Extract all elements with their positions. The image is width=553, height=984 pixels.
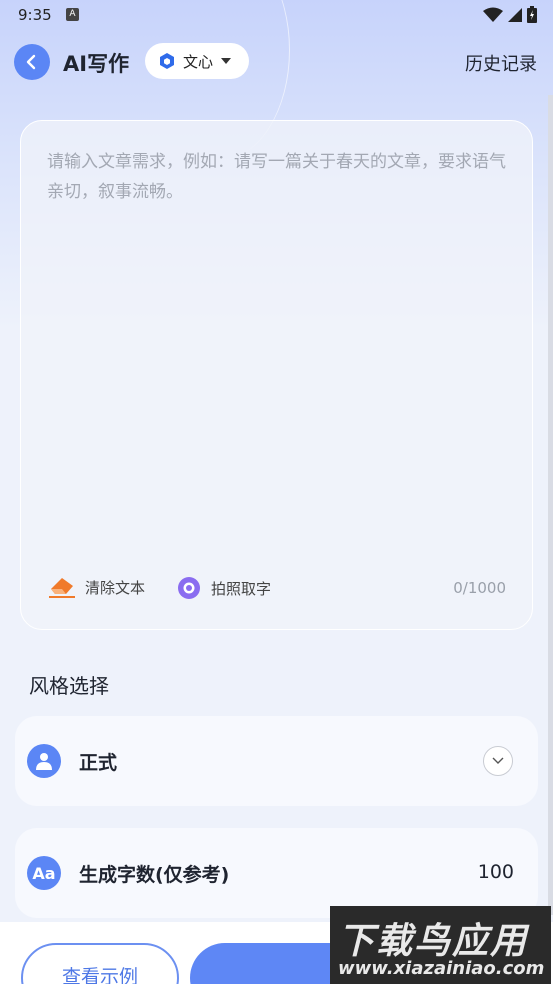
eraser-icon (49, 578, 75, 598)
clear-text-label: 清除文本 (85, 578, 146, 597)
status-time: 9:35 (18, 6, 52, 24)
model-label: 文心 (183, 52, 214, 71)
photo-text-button[interactable]: 拍照取字 (177, 576, 271, 600)
style-option-row[interactable]: 正式 (15, 716, 538, 806)
word-count-row[interactable]: Aa 生成字数(仅参考) 100 (15, 828, 538, 918)
watermark-url: www.xiazainiao.com (338, 958, 545, 979)
model-selector[interactable]: 文心 (145, 43, 249, 79)
notification-icon: A (66, 8, 79, 21)
input-card: 清除文本 拍照取字 0/1000 (20, 120, 533, 630)
prompt-input[interactable] (47, 147, 507, 547)
history-link[interactable]: 历史记录 (465, 50, 537, 76)
font-size-icon: Aa (27, 856, 61, 890)
battery-icon (527, 6, 537, 23)
clear-text-button[interactable]: 清除文本 (49, 576, 145, 598)
status-bar: 9:35 A (0, 0, 553, 32)
back-button[interactable] (14, 44, 50, 80)
scrollbar[interactable] (548, 95, 553, 915)
page-title: AI写作 (63, 52, 130, 76)
back-arrow-icon (26, 54, 36, 70)
signal-icon (508, 7, 522, 22)
chevron-down-icon[interactable] (483, 746, 513, 776)
wifi-icon (483, 7, 503, 22)
caret-down-icon (221, 58, 232, 64)
photo-text-label: 拍照取字 (211, 579, 272, 598)
view-example-button[interactable]: 查看示例 (21, 943, 179, 984)
status-icons (483, 6, 537, 23)
char-count: 0/1000 (453, 579, 506, 597)
camera-icon (178, 577, 200, 599)
model-hexagon-icon (160, 53, 174, 69)
style-option-label: 正式 (79, 751, 118, 774)
watermark-text: 下载鸟应用 (338, 921, 529, 962)
watermark-logo: 下载鸟应用 www.xiazainiao.com (330, 906, 551, 984)
word-count-value: 100 (477, 861, 514, 883)
user-icon (27, 744, 61, 778)
style-section-title: 风格选择 (29, 674, 109, 698)
word-count-label: 生成字数(仅参考) (79, 863, 230, 886)
